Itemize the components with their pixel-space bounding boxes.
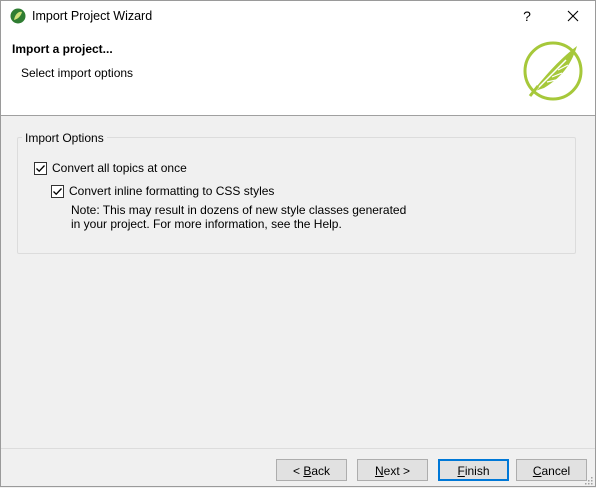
checkbox-convert-all[interactable] [34, 161, 47, 175]
page-subtitle: Select import options [21, 66, 134, 80]
wizard-header: Import a project... Select import option… [1, 32, 595, 115]
header-divider [1, 115, 595, 116]
import-options-label: Import Options [22, 131, 107, 145]
close-icon [567, 10, 579, 22]
app-leaf-icon [10, 8, 26, 24]
css-styles-note: Note: This may result in dozens of new s… [71, 203, 407, 231]
checkbox-convert-inline[interactable] [51, 184, 64, 198]
resize-grip-icon[interactable] [583, 474, 593, 485]
finish-button[interactable]: Finish [438, 459, 509, 481]
close-button[interactable] [553, 1, 593, 32]
back-button[interactable]: < Back [276, 459, 347, 481]
title-bar[interactable]: Import Project Wizard ? [1, 1, 595, 32]
footer-divider [1, 448, 595, 449]
import-project-wizard-dialog: Import Project Wizard ? Import a project… [0, 0, 596, 487]
cancel-button[interactable]: Cancel [516, 459, 587, 481]
help-button[interactable]: ? [509, 1, 545, 32]
convert-inline-formatting-checkbox[interactable]: Convert inline formatting to CSS styles [51, 184, 274, 198]
window-title: Import Project Wizard [32, 9, 153, 23]
convert-all-label: Convert all topics at once [52, 161, 187, 175]
next-button[interactable]: Next > [357, 459, 428, 481]
convert-all-topics-checkbox[interactable]: Convert all topics at once [34, 161, 187, 175]
quill-logo-icon [522, 40, 584, 102]
page-title: Import a project... [12, 42, 113, 56]
checkmark-icon [36, 164, 45, 172]
checkmark-icon [53, 187, 62, 195]
convert-inline-label: Convert inline formatting to CSS styles [69, 184, 275, 198]
